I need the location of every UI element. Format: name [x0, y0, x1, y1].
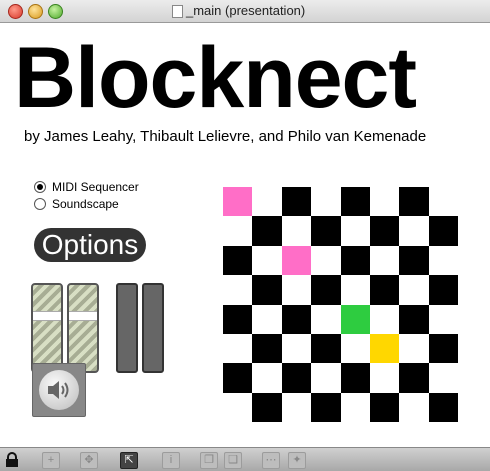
- layers-icon[interactable]: ❐: [200, 452, 218, 469]
- grid-cell[interactable]: [223, 392, 253, 422]
- grid-cell[interactable]: [223, 216, 253, 246]
- grid-cell[interactable]: [340, 245, 370, 276]
- grid-cell[interactable]: [428, 187, 458, 217]
- grid-cell[interactable]: [340, 187, 370, 217]
- fader-1[interactable]: [31, 283, 63, 373]
- grid-cell[interactable]: [428, 333, 458, 364]
- fader-1-knob[interactable]: [33, 311, 61, 321]
- grid-cell[interactable]: [399, 333, 429, 364]
- move-icon[interactable]: ✥: [80, 452, 98, 469]
- presentation-icon[interactable]: ⇱: [120, 452, 138, 469]
- grid-cell[interactable]: [369, 216, 400, 246]
- grid-cell[interactable]: [223, 363, 253, 393]
- fader-2-knob[interactable]: [69, 311, 97, 321]
- grid-cell[interactable]: [428, 245, 458, 276]
- grid-cell[interactable]: [252, 187, 282, 217]
- speaker-button[interactable]: [32, 363, 86, 417]
- grid-cell[interactable]: [311, 216, 341, 246]
- grid-cell[interactable]: [399, 187, 429, 217]
- slider-1[interactable]: [116, 283, 138, 373]
- lock-icon[interactable]: [5, 452, 19, 467]
- grid-cell[interactable]: [281, 392, 312, 422]
- info-icon[interactable]: i: [162, 452, 180, 469]
- grid-cell[interactable]: [369, 187, 400, 217]
- grid-cell[interactable]: [311, 187, 341, 217]
- grid-cell[interactable]: [340, 304, 370, 334]
- slider-2[interactable]: [142, 283, 164, 373]
- grid-cell[interactable]: [340, 363, 370, 393]
- grid-cell[interactable]: [428, 363, 458, 393]
- grid-cell[interactable]: [369, 275, 400, 305]
- grid-cell[interactable]: [428, 304, 458, 334]
- grid-cell[interactable]: [281, 245, 312, 276]
- grid-cell[interactable]: [311, 392, 341, 422]
- grid-cell[interactable]: [399, 275, 429, 305]
- options-button[interactable]: Options: [34, 228, 146, 262]
- authors-credit: by James Leahy, Thibault Lelievre, and P…: [24, 128, 427, 145]
- fader-2[interactable]: [67, 283, 99, 373]
- grid-cell[interactable]: [399, 363, 429, 393]
- grid-cell[interactable]: [281, 187, 312, 217]
- bottom-toolbar: + ✥ ⇱ i ❐ ❑ ⋯ ✦: [0, 447, 490, 471]
- grid-cell[interactable]: [223, 304, 253, 334]
- speaker-icon: [39, 370, 79, 410]
- grid-cell[interactable]: [369, 245, 400, 276]
- grid-cell[interactable]: [399, 245, 429, 276]
- grid-cell[interactable]: [223, 275, 253, 305]
- plus-icon[interactable]: +: [42, 452, 60, 469]
- grid-cell[interactable]: [281, 363, 312, 393]
- grid-cell[interactable]: [252, 333, 282, 364]
- mode-option-midi-sequencer[interactable]: MIDI Sequencer: [34, 180, 139, 194]
- radio-button-midi-sequencer[interactable]: [34, 181, 46, 193]
- grid-cell[interactable]: [252, 304, 282, 334]
- settings-icon[interactable]: ✦: [288, 452, 306, 469]
- close-window-button[interactable]: [8, 4, 23, 19]
- grid-cell[interactable]: [369, 392, 400, 422]
- grid-cell[interactable]: [252, 275, 282, 305]
- grid-cell[interactable]: [428, 216, 458, 246]
- grid-cell[interactable]: [252, 392, 282, 422]
- minimize-window-button[interactable]: [28, 4, 43, 19]
- grid-cell[interactable]: [340, 216, 370, 246]
- grid-cell[interactable]: [281, 275, 312, 305]
- grid-cell[interactable]: [311, 333, 341, 364]
- grid-cell[interactable]: [252, 363, 282, 393]
- stack-icon[interactable]: ❑: [224, 452, 242, 469]
- window-title: _main (presentation): [186, 3, 306, 18]
- grid-cell[interactable]: [399, 304, 429, 334]
- grid-cell[interactable]: [369, 363, 400, 393]
- grid-cell[interactable]: [223, 187, 253, 217]
- grid-cell[interactable]: [281, 304, 312, 334]
- grid-icon[interactable]: ⋯: [262, 452, 280, 469]
- grid-cell[interactable]: [399, 216, 429, 246]
- grid-cell[interactable]: [281, 216, 312, 246]
- grid-cell[interactable]: [399, 392, 429, 422]
- grid-cell[interactable]: [223, 333, 253, 364]
- grid-cell[interactable]: [369, 304, 400, 334]
- grid-cell[interactable]: [428, 392, 458, 422]
- grid-cell[interactable]: [223, 245, 253, 276]
- zoom-window-button[interactable]: [48, 4, 63, 19]
- window-titlebar: _main (presentation): [0, 0, 490, 23]
- grid-cell[interactable]: [311, 275, 341, 305]
- mode-label-midi-sequencer: MIDI Sequencer: [52, 180, 139, 194]
- radio-button-soundscape[interactable]: [34, 198, 46, 210]
- sequencer-grid: [223, 187, 458, 422]
- grid-cell[interactable]: [428, 275, 458, 305]
- grid-cell[interactable]: [311, 304, 341, 334]
- grid-cell[interactable]: [340, 392, 370, 422]
- mode-label-soundscape: Soundscape: [52, 197, 119, 211]
- grid-cell[interactable]: [252, 216, 282, 246]
- document-icon: [172, 5, 183, 18]
- grid-cell[interactable]: [369, 333, 400, 364]
- grid-cell[interactable]: [340, 275, 370, 305]
- app-title: Blocknect: [14, 30, 417, 126]
- grid-cell[interactable]: [281, 333, 312, 364]
- grid-cell[interactable]: [252, 245, 282, 276]
- mode-option-soundscape[interactable]: Soundscape: [34, 197, 119, 211]
- grid-cell[interactable]: [340, 333, 370, 364]
- grid-cell[interactable]: [311, 245, 341, 276]
- grid-cell[interactable]: [311, 363, 341, 393]
